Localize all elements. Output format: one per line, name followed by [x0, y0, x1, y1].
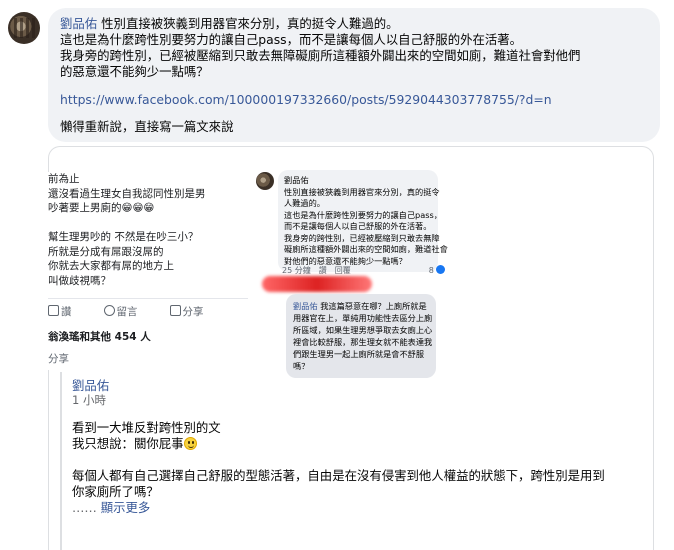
screenshot-text: 性別直接被狹義到用器官來分別，真的挺令	[284, 186, 440, 197]
share-text: 分享	[48, 353, 69, 365]
shared-post-text-2: 我只想說：關你屁事	[72, 436, 197, 452]
redacted-name	[262, 276, 372, 292]
comment-line-4: 的惡意還不能夠少一點嗎？	[60, 64, 209, 79]
like-label: 讚	[61, 306, 72, 318]
comment-bubble: 劉品佑 性別直接被狹義到用器官來分別，真的挺令人難過的。 這也是為什麼跨性別要努力…	[48, 8, 660, 142]
shared-post-text: 我只想說：關你屁事	[72, 436, 184, 451]
comment-text: 性別直接被狹義到用器官來分別，真的挺令人難過的。	[101, 16, 399, 31]
comment-last-line: 懶得重新說，直接寫一篇文來說	[60, 119, 234, 134]
screenshot-reaction-count: 8	[429, 265, 446, 276]
avatar[interactable]	[8, 12, 40, 44]
left-screenshot: 前為止 還沒看過生理女自我認同性別是男 吵著要上男廁的😁😁😁 幫生理男吵的 不然…	[48, 172, 248, 370]
smile-emoji-icon	[183, 437, 197, 450]
screenshot-text: 我身旁的跨性別，已經被壓縮到只敢去無障	[284, 232, 440, 243]
screenshot-text: 礙廁所這種額外闢出來的空間如廁，難道社會	[284, 244, 448, 254]
screenshot-reply-bubble: 劉品佑 我這篇惡意在哪？上廁所就是 用器官在上，單純用功能性去區分上廁 所區域，…	[286, 294, 436, 378]
shared-post-body: 劉品佑 1 小時 看到一大堆反對跨性別的文 我只想說：關你屁事 每個人都有自己選…	[60, 372, 654, 550]
shared-post-text: 每個人都有自己選擇自己舒服的型態活著，自由是在沒有侵害到他人權益的狀態下，跨性別…	[72, 468, 605, 483]
see-more-link[interactable]: 顯示更多	[101, 500, 151, 515]
screenshot-actions: 讚 留言 分享	[48, 298, 248, 320]
comment-author[interactable]: 劉品佑	[60, 16, 97, 31]
shared-post-time[interactable]: 1 小時	[72, 392, 106, 408]
shared-post-text: 你家廁所了嗎？	[72, 484, 159, 499]
share-icon	[169, 305, 181, 316]
screenshot-reply-text: 裡會比較舒服，那生理女就不能表達我	[293, 337, 433, 347]
screenshot-text: 人難過的。	[284, 198, 325, 208]
screenshot-text: 幫生理男吵的 不然是在吵三小？	[48, 231, 199, 243]
screenshot-text: 所就是分成有屌跟沒屌的	[48, 245, 164, 258]
screenshot-text: 這也是為什麼跨性別要努力的讓自己pass，	[284, 209, 442, 220]
screenshot-reply-text: 們跟生理男一起上廁所就是會不舒服	[293, 349, 425, 359]
screenshot-reply-text: 用器官在上，單純用功能性去區分上廁	[293, 313, 433, 323]
ellipsis: ……	[72, 500, 97, 515]
like-action: 讚	[48, 305, 72, 320]
like-icon	[48, 305, 59, 316]
comment-line-2: 這也是為什麼跨性別要努力的讓自己pass，而不是讓每個人以自己舒服的外在活著。	[60, 32, 523, 47]
screenshot-comment-bubble: 劉品佑 性別直接被狹義到用器官來分別，真的挺令 人難過的。 這也是為什麼跨性別要…	[278, 170, 448, 272]
comment-action: 留言	[103, 305, 138, 320]
likes-count: 翁渙瑤和其他 454 人	[48, 330, 151, 343]
screenshot-reply-text: 我這篇惡意在哪？上廁所就是	[320, 301, 427, 311]
avatar	[256, 172, 274, 190]
post-link[interactable]: https://www.facebook.com/100000197332660…	[60, 92, 648, 107]
screenshot-text: 而不是讓每個人以自己舒服的外在活著。	[284, 221, 432, 231]
reaction-count: 8	[428, 266, 434, 275]
screenshot-like: 讚	[318, 266, 327, 275]
comment-label: 留言	[116, 306, 138, 318]
screenshot-reply-text: 嗎？	[293, 361, 310, 371]
comment-line-1: 劉品佑 性別直接被狹義到用器官來分別，真的挺令人難過的。	[60, 16, 648, 32]
screenshot-text: 叫做歧視嗎？	[48, 274, 111, 287]
screenshot-blank	[48, 216, 248, 231]
screenshot-reply-author: 劉品佑	[293, 301, 318, 311]
screenshot-comment-meta: 25 分鐘 讚 回覆 8	[282, 265, 446, 276]
shared-post-text: 看到一大堆反對跨性別的文	[72, 420, 221, 435]
screenshot-time: 25 分鐘	[282, 266, 311, 275]
comment-icon	[103, 305, 115, 316]
like-badge-icon	[436, 265, 446, 274]
screenshot-text: 吵著要上男廁的😁😁😁	[48, 202, 155, 214]
screenshot-reply-text: 所區域，如果生理男想爭取去女廁上心	[293, 325, 433, 335]
screenshot-text: 還沒看過生理女自我認同性別是男	[48, 187, 206, 200]
screenshot-text: 前為止	[48, 173, 80, 185]
screenshot-text: 你就去大家都有屌的地方上	[48, 260, 174, 272]
screenshot-reply: 回覆	[334, 266, 351, 275]
screenshot-author: 劉品佑	[284, 175, 309, 185]
share-action: 分享	[169, 305, 204, 320]
share-label: 分享	[182, 306, 204, 318]
comment-line-3: 我身旁的跨性別，已經被壓縮到只敢去無障礙廁所這種額外闢出來的空間如廁，難道社會對…	[60, 48, 581, 63]
see-more-row: …… 顯示更多	[72, 500, 150, 516]
